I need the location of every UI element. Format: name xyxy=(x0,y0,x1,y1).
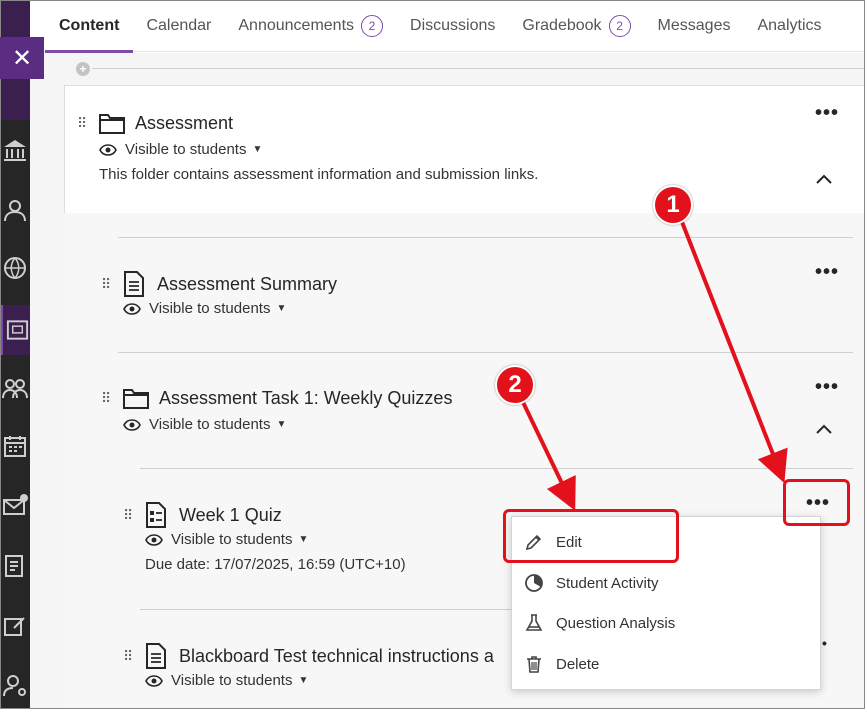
item-visibility[interactable]: Visible to students ▼ xyxy=(123,416,286,433)
caret-down-icon: ▼ xyxy=(298,675,309,686)
globe-icon[interactable] xyxy=(0,248,30,288)
tab-announcements[interactable]: Announcements 2 xyxy=(238,0,384,52)
profile-icon[interactable] xyxy=(0,190,30,230)
folder-title[interactable]: Assessment xyxy=(135,113,233,134)
list-item: ⠿ Assessment Summary xyxy=(101,271,337,297)
announcements-count-badge: 2 xyxy=(361,14,384,37)
tab-analytics[interactable]: Analytics xyxy=(757,0,821,52)
item-more-options-button[interactable]: ••• xyxy=(815,377,839,397)
list-item: ⠿ Week 1 Quiz xyxy=(123,502,282,528)
item-visibility[interactable]: Visible to students ▼ xyxy=(145,531,308,548)
menu-item-student-activity[interactable]: Student Activity xyxy=(524,573,659,593)
eye-icon xyxy=(99,143,117,156)
item-title[interactable]: Assessment Task 1: Weekly Quizzes xyxy=(159,388,452,409)
groups-icon[interactable] xyxy=(0,368,30,408)
tab-messages[interactable]: Messages xyxy=(658,0,731,52)
account-settings-icon[interactable] xyxy=(0,665,30,705)
messages-icon[interactable] xyxy=(0,486,30,526)
tools-icon[interactable] xyxy=(0,606,30,646)
drag-handle-icon[interactable]: ⠿ xyxy=(77,116,87,130)
drag-handle-icon[interactable]: ⠿ xyxy=(123,508,133,522)
folder-icon xyxy=(99,114,125,134)
tab-content[interactable]: Content xyxy=(44,0,134,53)
due-date: Due date: 17/07/2025, 16:59 (UTC+10) xyxy=(145,556,406,573)
add-content-divider xyxy=(92,68,865,69)
gradebook-count-badge: 2 xyxy=(608,14,631,37)
flask-icon xyxy=(525,614,543,631)
tab-discussions[interactable]: Discussions xyxy=(410,0,495,52)
caret-down-icon: ▼ xyxy=(252,144,263,155)
folder-more-options-button[interactable]: ••• xyxy=(815,103,839,123)
list-item: ⠿ Assessment Task 1: Weekly Quizzes xyxy=(101,387,452,409)
caret-down-icon: ▼ xyxy=(276,419,287,430)
folder-description: This folder contains assessment informat… xyxy=(99,166,539,183)
item-title[interactable]: Blackboard Test technical instructions a xyxy=(179,646,494,667)
drag-handle-icon[interactable]: ⠿ xyxy=(101,277,111,291)
step-2-marker: 2 xyxy=(495,365,535,405)
eye-icon xyxy=(123,302,141,315)
item-more-options-button[interactable]: ••• xyxy=(815,262,839,282)
caret-down-icon: ▼ xyxy=(298,534,309,545)
item-title[interactable]: Week 1 Quiz xyxy=(179,505,282,526)
list-item: ⠿ Blackboard Test technical instructions… xyxy=(123,643,494,669)
folder-visibility[interactable]: Visible to students ▼ xyxy=(99,141,262,158)
item-visibility[interactable]: Visible to students ▼ xyxy=(145,672,308,689)
folder-icon xyxy=(123,389,149,409)
add-content-button[interactable]: + xyxy=(76,62,90,76)
folder-header: ⠿ Assessment xyxy=(77,112,233,134)
document-icon xyxy=(146,643,166,669)
eye-icon xyxy=(123,418,141,431)
eye-icon xyxy=(145,674,163,687)
document-icon xyxy=(124,271,144,297)
tab-gradebook[interactable]: Gradebook 2 xyxy=(522,0,631,52)
drag-handle-icon[interactable]: ⠿ xyxy=(123,649,133,663)
collapse-chevron-icon[interactable] xyxy=(815,170,833,188)
menu-item-question-analysis[interactable]: Question Analysis xyxy=(524,613,675,633)
step-1-marker: 1 xyxy=(653,185,693,225)
drag-handle-icon[interactable]: ⠿ xyxy=(101,391,111,405)
divider xyxy=(118,237,853,238)
close-icon: ✕ xyxy=(11,44,33,72)
divider xyxy=(140,468,853,469)
more-options-highlight xyxy=(783,479,850,526)
divider xyxy=(140,609,520,610)
close-button[interactable]: ✕ xyxy=(0,37,44,79)
edit-highlight xyxy=(503,509,679,563)
left-nav xyxy=(0,0,30,709)
item-title[interactable]: Assessment Summary xyxy=(157,274,337,295)
courses-icon[interactable] xyxy=(0,305,30,355)
eye-icon xyxy=(145,533,163,546)
divider xyxy=(118,352,853,353)
pie-chart-icon xyxy=(525,574,543,592)
trash-icon xyxy=(527,656,541,673)
grades-icon[interactable] xyxy=(0,546,30,586)
tab-calendar[interactable]: Calendar xyxy=(146,0,211,52)
test-icon xyxy=(146,502,166,528)
caret-down-icon: ▼ xyxy=(276,303,287,314)
item-visibility[interactable]: Visible to students ▼ xyxy=(123,300,286,317)
item-more-options-button[interactable]: • xyxy=(822,636,828,650)
course-tabs: Content Calendar Announcements 2 Discussi… xyxy=(30,0,865,53)
institution-icon[interactable] xyxy=(0,130,30,170)
collapse-chevron-icon[interactable] xyxy=(815,420,833,438)
menu-item-delete[interactable]: Delete xyxy=(524,654,599,674)
calendar-icon[interactable] xyxy=(0,426,30,466)
